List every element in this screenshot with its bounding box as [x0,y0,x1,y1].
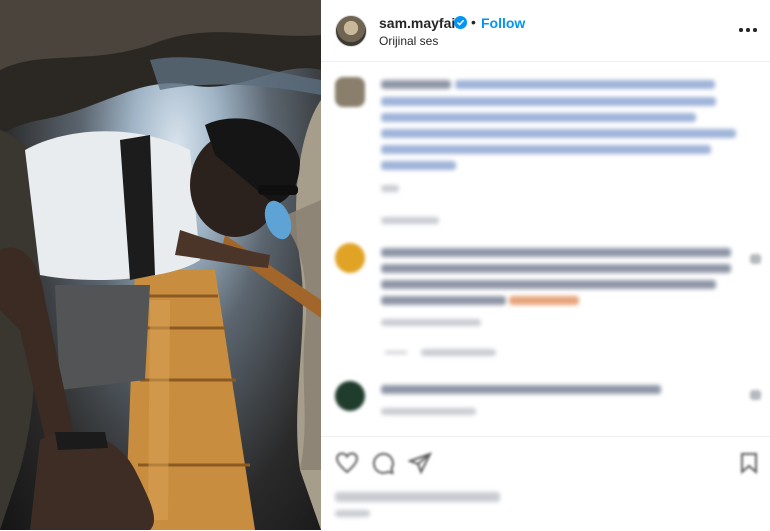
comment-blurred-text [381,280,716,289]
likes-blurred-text[interactable] [335,492,500,502]
comment-blurred-text [381,296,506,305]
view-replies-blurred[interactable] [421,349,496,356]
audio-label[interactable]: Orijinal ses [379,34,438,48]
caption-blurred-text [381,113,696,122]
caption-blurred-text [381,161,456,170]
comment-blurred-text [381,264,731,273]
post-date-blurred [335,510,370,517]
comment-avatar[interactable] [335,243,365,273]
comment-blurred-text [381,385,661,394]
comment-blurred-emoji [509,296,579,305]
post-actions-bar [321,436,770,531]
caption-blurred-meta [381,185,399,192]
more-options-icon[interactable] [739,22,757,38]
header-separator: • [471,14,476,30]
post-media-image[interactable] [0,0,321,530]
bookmark-icon[interactable] [737,451,761,475]
send-icon[interactable] [408,451,432,475]
caption-blurred-text [381,129,736,138]
post-header: sam.mayfair • Follow Orijinal ses [321,0,770,62]
author-avatar[interactable] [335,15,367,47]
caption-blurred-text [381,97,716,106]
comment-like-icon[interactable] [750,254,761,264]
author-username[interactable]: sam.mayfair [379,15,461,31]
follow-button[interactable]: Follow [481,15,525,31]
comment-blurred-meta[interactable] [381,408,476,415]
comment-avatar[interactable] [335,381,365,411]
caption-avatar[interactable] [335,77,365,107]
replies-line [385,351,407,354]
caption-blurred-text [455,80,715,89]
comment-icon[interactable] [371,451,395,475]
media-photo-illustration [0,0,321,530]
caption-blurred-text [381,80,451,89]
verified-badge-icon [454,16,467,29]
comment-like-icon[interactable] [750,390,761,400]
comment-blurred-meta[interactable] [381,319,481,326]
caption-blurred-text [381,145,711,154]
heart-icon[interactable] [335,451,359,475]
caption-blurred-meta [381,217,439,224]
comment-blurred-text [381,248,731,257]
post-side-panel: sam.mayfair • Follow Orijinal ses [321,0,770,530]
